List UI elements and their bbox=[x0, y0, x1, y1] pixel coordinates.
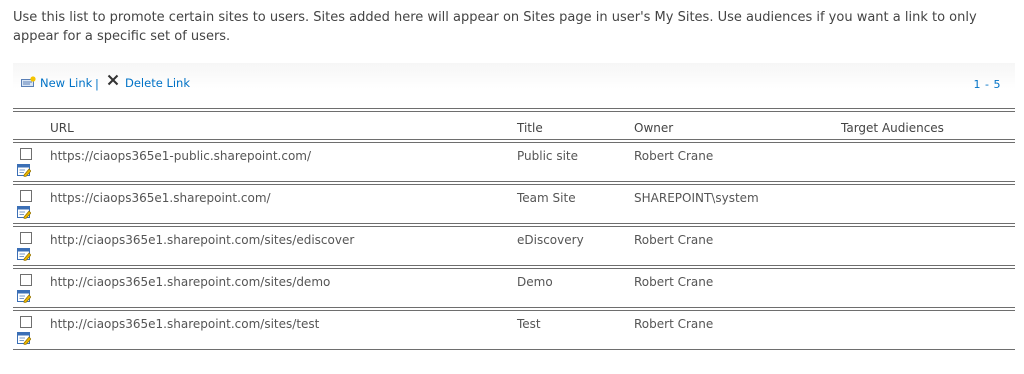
table-row: https://ciaops365e1-public.sharepoint.co… bbox=[13, 143, 1015, 181]
table-row: http://ciaops365e1.sharepoint.com/sites/… bbox=[13, 311, 1015, 349]
cell-title: Public site bbox=[517, 149, 579, 163]
column-header-title[interactable]: Title bbox=[517, 121, 543, 135]
delete-link-label: Delete Link bbox=[125, 76, 190, 90]
row-checkbox[interactable] bbox=[20, 190, 32, 202]
column-header-owner[interactable]: Owner bbox=[634, 121, 673, 135]
table-row: https://ciaops365e1.sharepoint.com/ Team… bbox=[13, 185, 1015, 223]
promoted-sites-page: Use this list to promote certain sites t… bbox=[0, 0, 1024, 374]
cell-url[interactable]: http://ciaops365e1.sharepoint.com/sites/… bbox=[50, 233, 354, 247]
row-checkbox[interactable] bbox=[20, 232, 32, 244]
new-link-icon bbox=[21, 75, 36, 87]
table-row: http://ciaops365e1.sharepoint.com/sites/… bbox=[13, 227, 1015, 265]
list-toolbar: New Link | Delete Link 1 - 5 bbox=[13, 63, 1015, 106]
table-header-row: URL Title Owner Target Audiences bbox=[13, 112, 1015, 139]
cell-title: Test bbox=[517, 317, 541, 331]
edit-item-icon[interactable] bbox=[17, 289, 31, 303]
table-row: http://ciaops365e1.sharepoint.com/sites/… bbox=[13, 269, 1015, 307]
row-checkbox[interactable] bbox=[20, 148, 32, 160]
cell-url[interactable]: http://ciaops365e1.sharepoint.com/sites/… bbox=[50, 275, 330, 289]
cell-url[interactable]: https://ciaops365e1-public.sharepoint.co… bbox=[50, 149, 311, 163]
cell-url[interactable]: https://ciaops365e1.sharepoint.com/ bbox=[50, 191, 271, 205]
paging-indicator: 1 - 5 bbox=[973, 78, 1001, 91]
new-link-button[interactable]: New Link bbox=[21, 75, 93, 90]
column-header-target-audiences[interactable]: Target Audiences bbox=[841, 121, 944, 135]
cell-owner: Robert Crane bbox=[634, 317, 714, 331]
edit-item-icon[interactable] bbox=[17, 247, 31, 261]
cell-title: Demo bbox=[517, 275, 553, 289]
cell-url[interactable]: http://ciaops365e1.sharepoint.com/sites/… bbox=[50, 317, 319, 331]
edit-item-icon[interactable] bbox=[17, 205, 31, 219]
cell-owner: Robert Crane bbox=[634, 149, 714, 163]
table-bottom-rule bbox=[13, 349, 1015, 350]
cell-owner: Robert Crane bbox=[634, 275, 714, 289]
page-description: Use this list to promote certain sites t… bbox=[13, 10, 977, 44]
row-checkbox[interactable] bbox=[20, 316, 32, 328]
delete-x-icon bbox=[107, 74, 119, 86]
cell-owner: Robert Crane bbox=[634, 233, 714, 247]
cell-title: eDiscovery bbox=[517, 233, 584, 247]
new-link-label: New Link bbox=[40, 76, 93, 90]
edit-item-icon[interactable] bbox=[17, 163, 31, 177]
column-header-url[interactable]: URL bbox=[50, 121, 74, 135]
delete-link-button[interactable]: Delete Link bbox=[107, 74, 190, 90]
links-table: URL Title Owner Target Audiences https:/… bbox=[13, 108, 1015, 350]
row-checkbox[interactable] bbox=[20, 274, 32, 286]
cell-title: Team Site bbox=[517, 191, 576, 205]
cell-owner: SHAREPOINT\system bbox=[634, 191, 759, 205]
edit-item-icon[interactable] bbox=[17, 331, 31, 345]
toolbar-separator: | bbox=[95, 77, 99, 91]
